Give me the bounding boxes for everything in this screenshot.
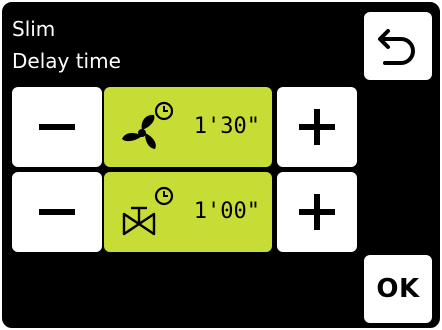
page-title: Slim <box>12 17 56 41</box>
plus-icon <box>299 194 335 230</box>
decrease-valve-delay-button[interactable] <box>12 172 102 252</box>
increase-fan-delay-button[interactable] <box>277 87 357 167</box>
fan-delay-value-box: 1'30" <box>104 87 272 167</box>
plus-icon <box>299 109 335 145</box>
decrease-fan-delay-button[interactable] <box>12 87 102 167</box>
increase-valve-delay-button[interactable] <box>277 172 357 252</box>
minus-icon <box>39 124 75 130</box>
valve-delay-value: 1'00" <box>193 199 260 224</box>
page-subtitle: Delay time <box>12 49 121 73</box>
valve-delay-value-box: 1'00" <box>104 172 272 252</box>
minus-icon <box>39 209 75 215</box>
fan-timer-icon <box>122 101 174 149</box>
ok-button[interactable]: OK <box>364 255 432 323</box>
fan-delay-value: 1'30" <box>193 114 260 139</box>
back-arrow-icon <box>378 29 415 65</box>
display-screen: Slim Delay time 1'30" 1'00" OK <box>0 0 442 330</box>
back-button[interactable] <box>364 12 432 80</box>
valve-timer-icon <box>122 186 174 236</box>
